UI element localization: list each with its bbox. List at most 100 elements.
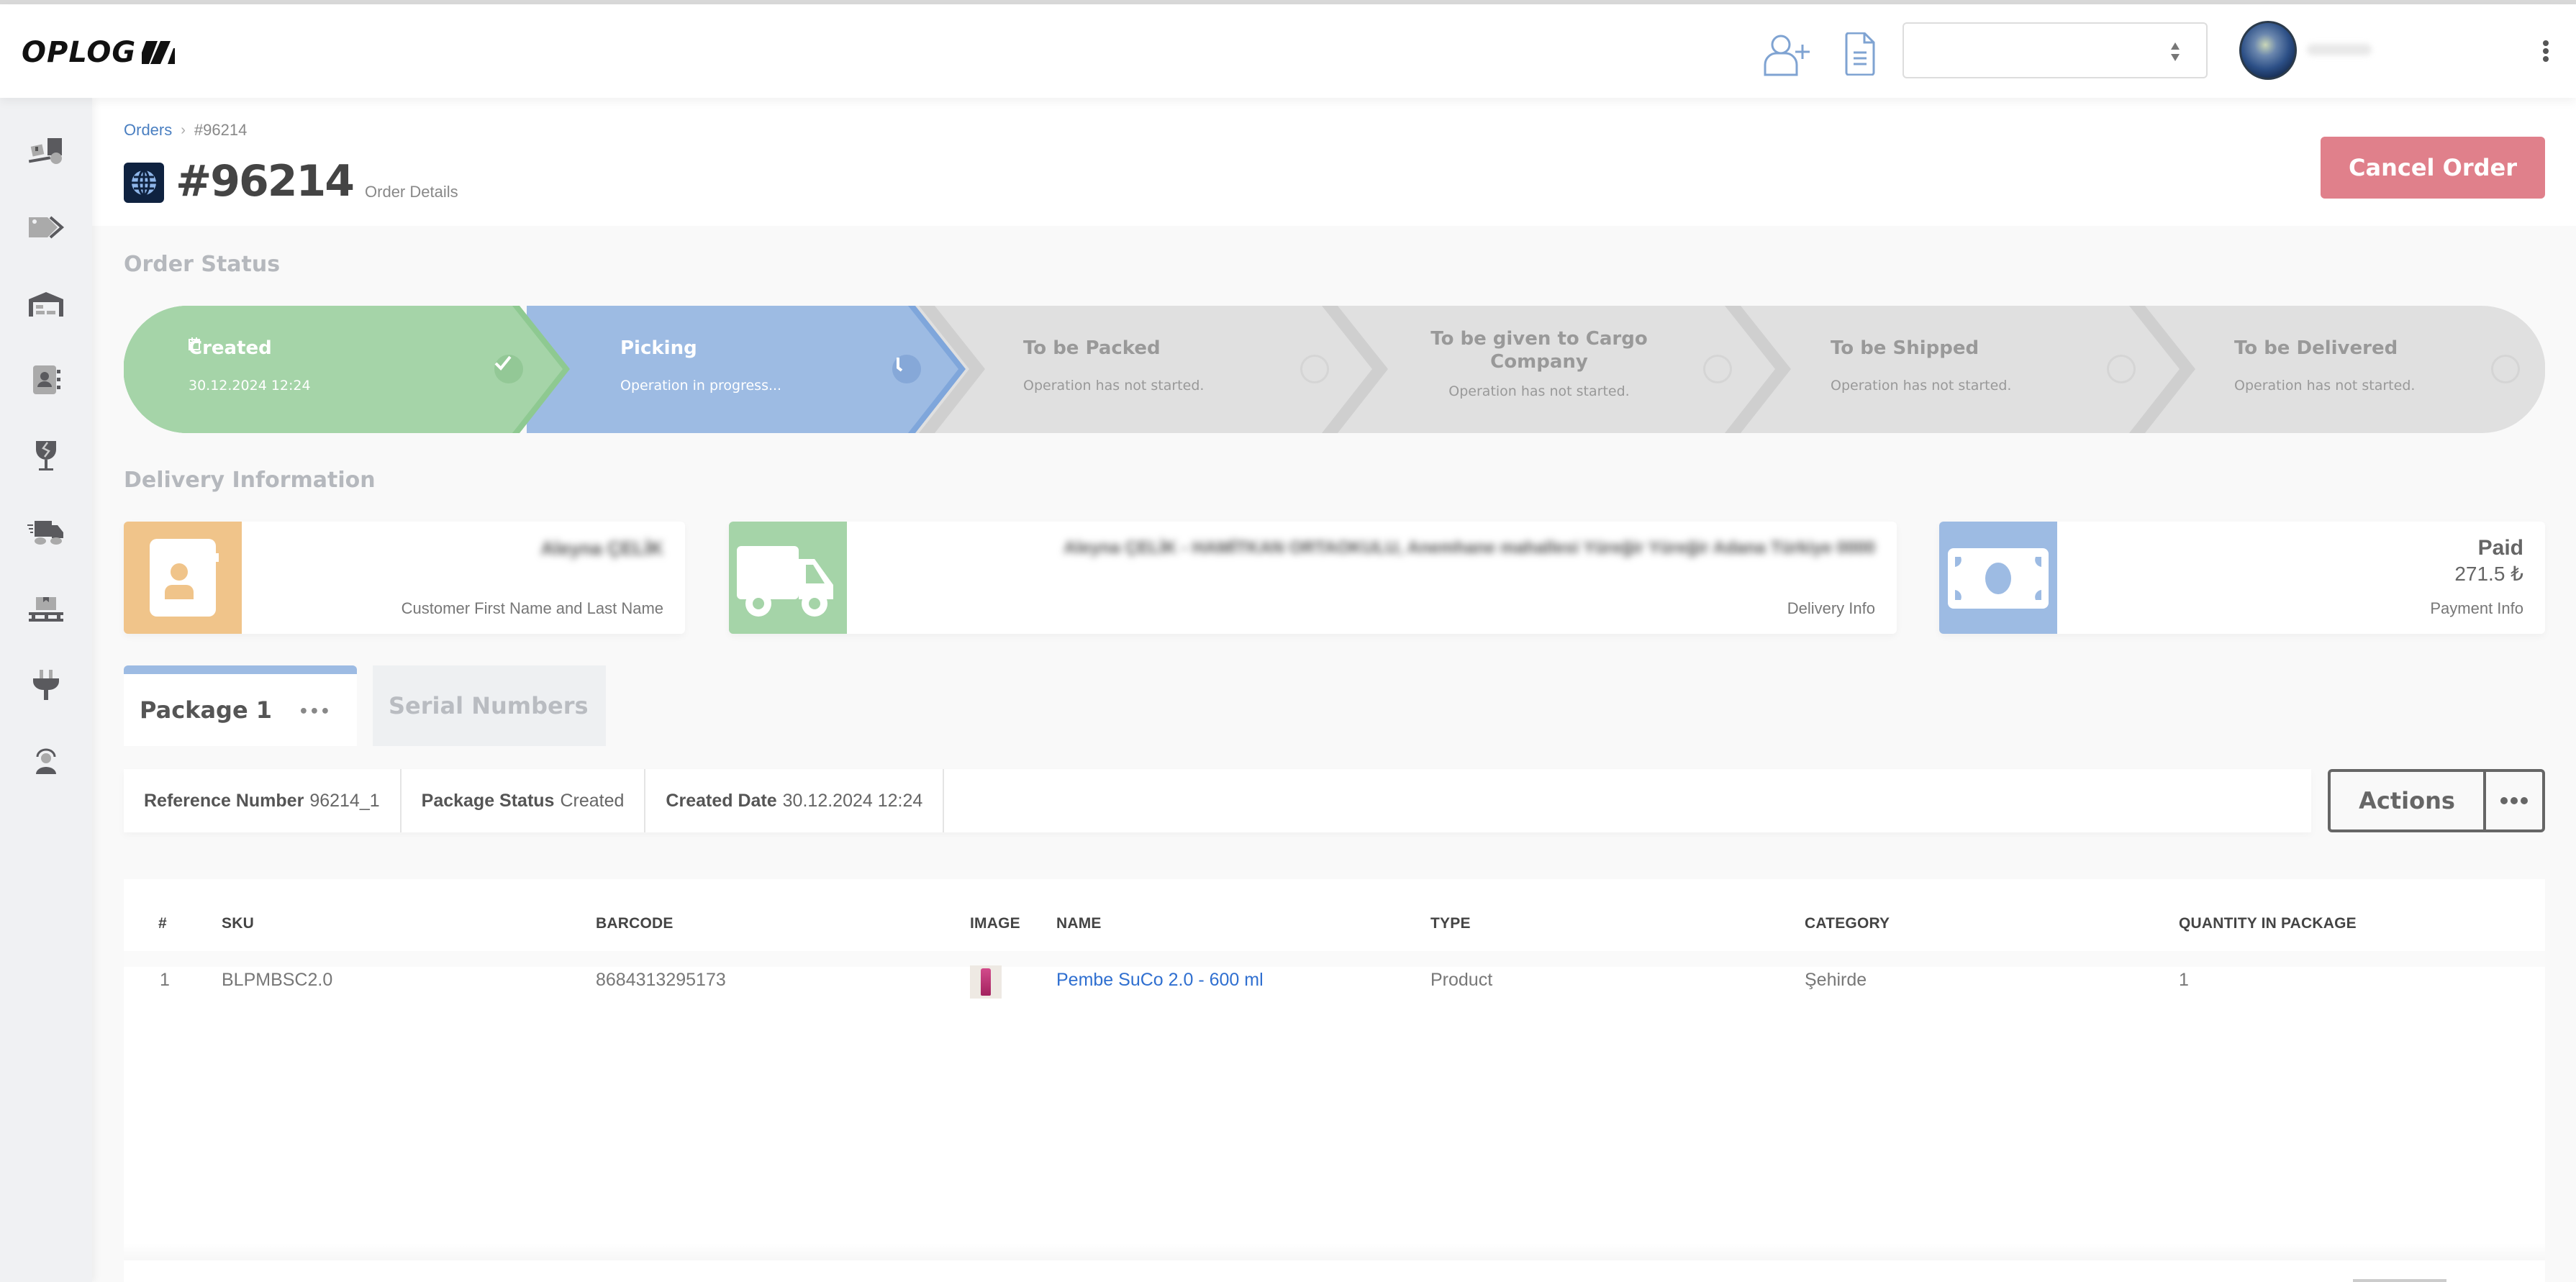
cancel-order-button[interactable]: Cancel Order [2321, 137, 2545, 199]
file-text-icon [1845, 32, 1875, 76]
user-plus-icon [1764, 35, 1810, 76]
tab-label: Serial Numbers [389, 692, 589, 719]
delivery-information-heading: Delivery Information [124, 468, 376, 493]
customer-icon-block [124, 522, 242, 634]
pagination-control[interactable] [2353, 1279, 2446, 1282]
product-thumbnail[interactable] [970, 965, 1002, 999]
step-subtitle: Operation in progress... [620, 378, 782, 394]
document-button[interactable] [1833, 29, 1887, 79]
delivery-caption: Delivery Info [1787, 599, 1875, 617]
sidebar-item-tags[interactable] [24, 206, 68, 249]
step-title: Picking [620, 337, 697, 359]
add-user-button[interactable] [1759, 29, 1817, 79]
step-created: Created 30.12.2024 12:24 [189, 337, 311, 394]
cell-index: 1 [160, 970, 170, 990]
customer-name: Aleyna ÇELİK [540, 537, 664, 559]
customer-caption: Customer First Name and Last Name [401, 599, 663, 617]
tab-package-1[interactable]: Package 1 ••• [124, 665, 357, 746]
payment-card: Paid 271.5 ₺ Payment Info [1939, 522, 2545, 634]
contacts-book-icon [33, 365, 60, 394]
sidebar-item-forklift[interactable] [24, 129, 68, 173]
sidebar-item-integrations[interactable] [24, 663, 68, 706]
package-info-bar: Reference Number 96214_1 Package Status … [124, 769, 2311, 832]
delivery-address: Aleyna ÇELİK - HAMİTKAN ORTAOKULU, Anemh… [1063, 538, 1875, 558]
page-subtitle: Order Details [365, 183, 458, 201]
sidebar-item-warehouse[interactable] [24, 282, 68, 325]
actions-button[interactable]: Actions [2331, 772, 2486, 829]
warehouse-icon [29, 292, 63, 317]
user-name[interactable] [2307, 44, 2372, 55]
sidebar [0, 98, 92, 1282]
breadcrumb: Orders › #96214 [124, 121, 247, 140]
created-date-field: Created Date 30.12.2024 12:24 [645, 769, 945, 832]
page-title: #96214 [176, 156, 355, 206]
column-header: BARCODE [596, 915, 674, 932]
account-select[interactable] [1902, 22, 2208, 78]
pallet-box-icon [29, 597, 63, 622]
column-header: CATEGORY [1805, 915, 1890, 932]
cell-name-link[interactable]: Pembe SuCo 2.0 - 600 ml [1056, 970, 1264, 991]
column-header: # [158, 915, 167, 932]
page-title-row: #96214 Order Details [124, 160, 458, 203]
payment-status: Paid [2477, 536, 2523, 560]
contact-card-icon [150, 539, 219, 617]
table-footer-shadow [124, 1243, 2545, 1260]
package-items-table: # SKU BARCODE IMAGE NAME TYPE CATEGORY Q… [124, 879, 2545, 1260]
plug-icon [33, 670, 59, 700]
cell-category: Şehirde [1805, 970, 1867, 990]
support-agent-icon [36, 748, 56, 774]
money-bill-icon [1948, 548, 2049, 609]
tags-icon [29, 216, 65, 239]
more-menu-button[interactable] [2540, 39, 2552, 65]
page-header [92, 98, 2576, 226]
breadcrumb-separator-icon: › [181, 122, 186, 138]
reference-number-label: Reference Number [144, 790, 304, 811]
sidebar-item-support[interactable] [24, 740, 68, 783]
user-avatar[interactable] [2239, 21, 2297, 80]
breadcrumb-orders-link[interactable]: Orders [124, 121, 172, 140]
cell-type: Product [1430, 970, 1493, 990]
created-date-value: 30.12.2024 12:24 [782, 790, 923, 811]
step-subtitle: Operation has not started. [1023, 378, 1205, 394]
payment-amount: 271.5 ₺ [2454, 563, 2523, 585]
sidebar-item-shipping[interactable] [24, 511, 68, 554]
empty-circle-icon [1300, 355, 1329, 383]
order-channel-badge [124, 163, 164, 203]
step-picking: Picking Operation in progress... [620, 337, 781, 394]
reference-number-value: 96214_1 [309, 790, 380, 811]
truck-icon [737, 546, 833, 617]
oplog-logo[interactable]: OPLOG [22, 36, 176, 69]
actions-more-button[interactable] [2486, 772, 2542, 829]
table-pagination-area [124, 1260, 2545, 1282]
step-title: Created [189, 337, 272, 359]
globe-icon [132, 169, 156, 196]
tab-more-icon[interactable]: ••• [299, 703, 331, 721]
sidebar-item-pallet[interactable] [24, 587, 68, 630]
tab-serial-numbers[interactable]: Serial Numbers [373, 665, 606, 746]
step-date: 30.12.2024 12:24 [189, 337, 311, 394]
cell-barcode: 8684313295173 [596, 970, 726, 990]
step-title: To be Shipped [1831, 337, 1979, 359]
clock-icon [892, 355, 921, 383]
check-icon [494, 355, 523, 383]
sort-arrows-icon [2171, 42, 2180, 61]
package-status-value: Created [560, 790, 625, 811]
payment-caption: Payment Info [2430, 599, 2523, 617]
package-status-label: Package Status [421, 790, 555, 811]
step-title: To be Packed [1023, 337, 1161, 359]
cell-quantity: 1 [2179, 970, 2189, 990]
logo-stripes-icon [142, 41, 176, 64]
stepper-shapes [124, 306, 2545, 433]
order-status-stepper: Created 30.12.2024 12:24 Picking Operati… [124, 306, 2545, 433]
order-status-heading: Order Status [124, 252, 281, 277]
column-header: NAME [1056, 915, 1102, 932]
column-header: QUANTITY IN PACKAGE [2179, 915, 2357, 932]
cell-sku: BLPMBSC2.0 [222, 970, 333, 990]
sidebar-item-contacts[interactable] [24, 358, 68, 401]
sidebar-item-fragile[interactable] [24, 435, 68, 478]
step-subtitle: Operation has not started. [2234, 378, 2416, 394]
top-bar: OPLOG [0, 4, 2576, 98]
calendar-icon [189, 337, 200, 350]
step-to-be-shipped: To be Shipped Operation has not started. [1831, 337, 2011, 394]
column-header: SKU [222, 915, 254, 932]
